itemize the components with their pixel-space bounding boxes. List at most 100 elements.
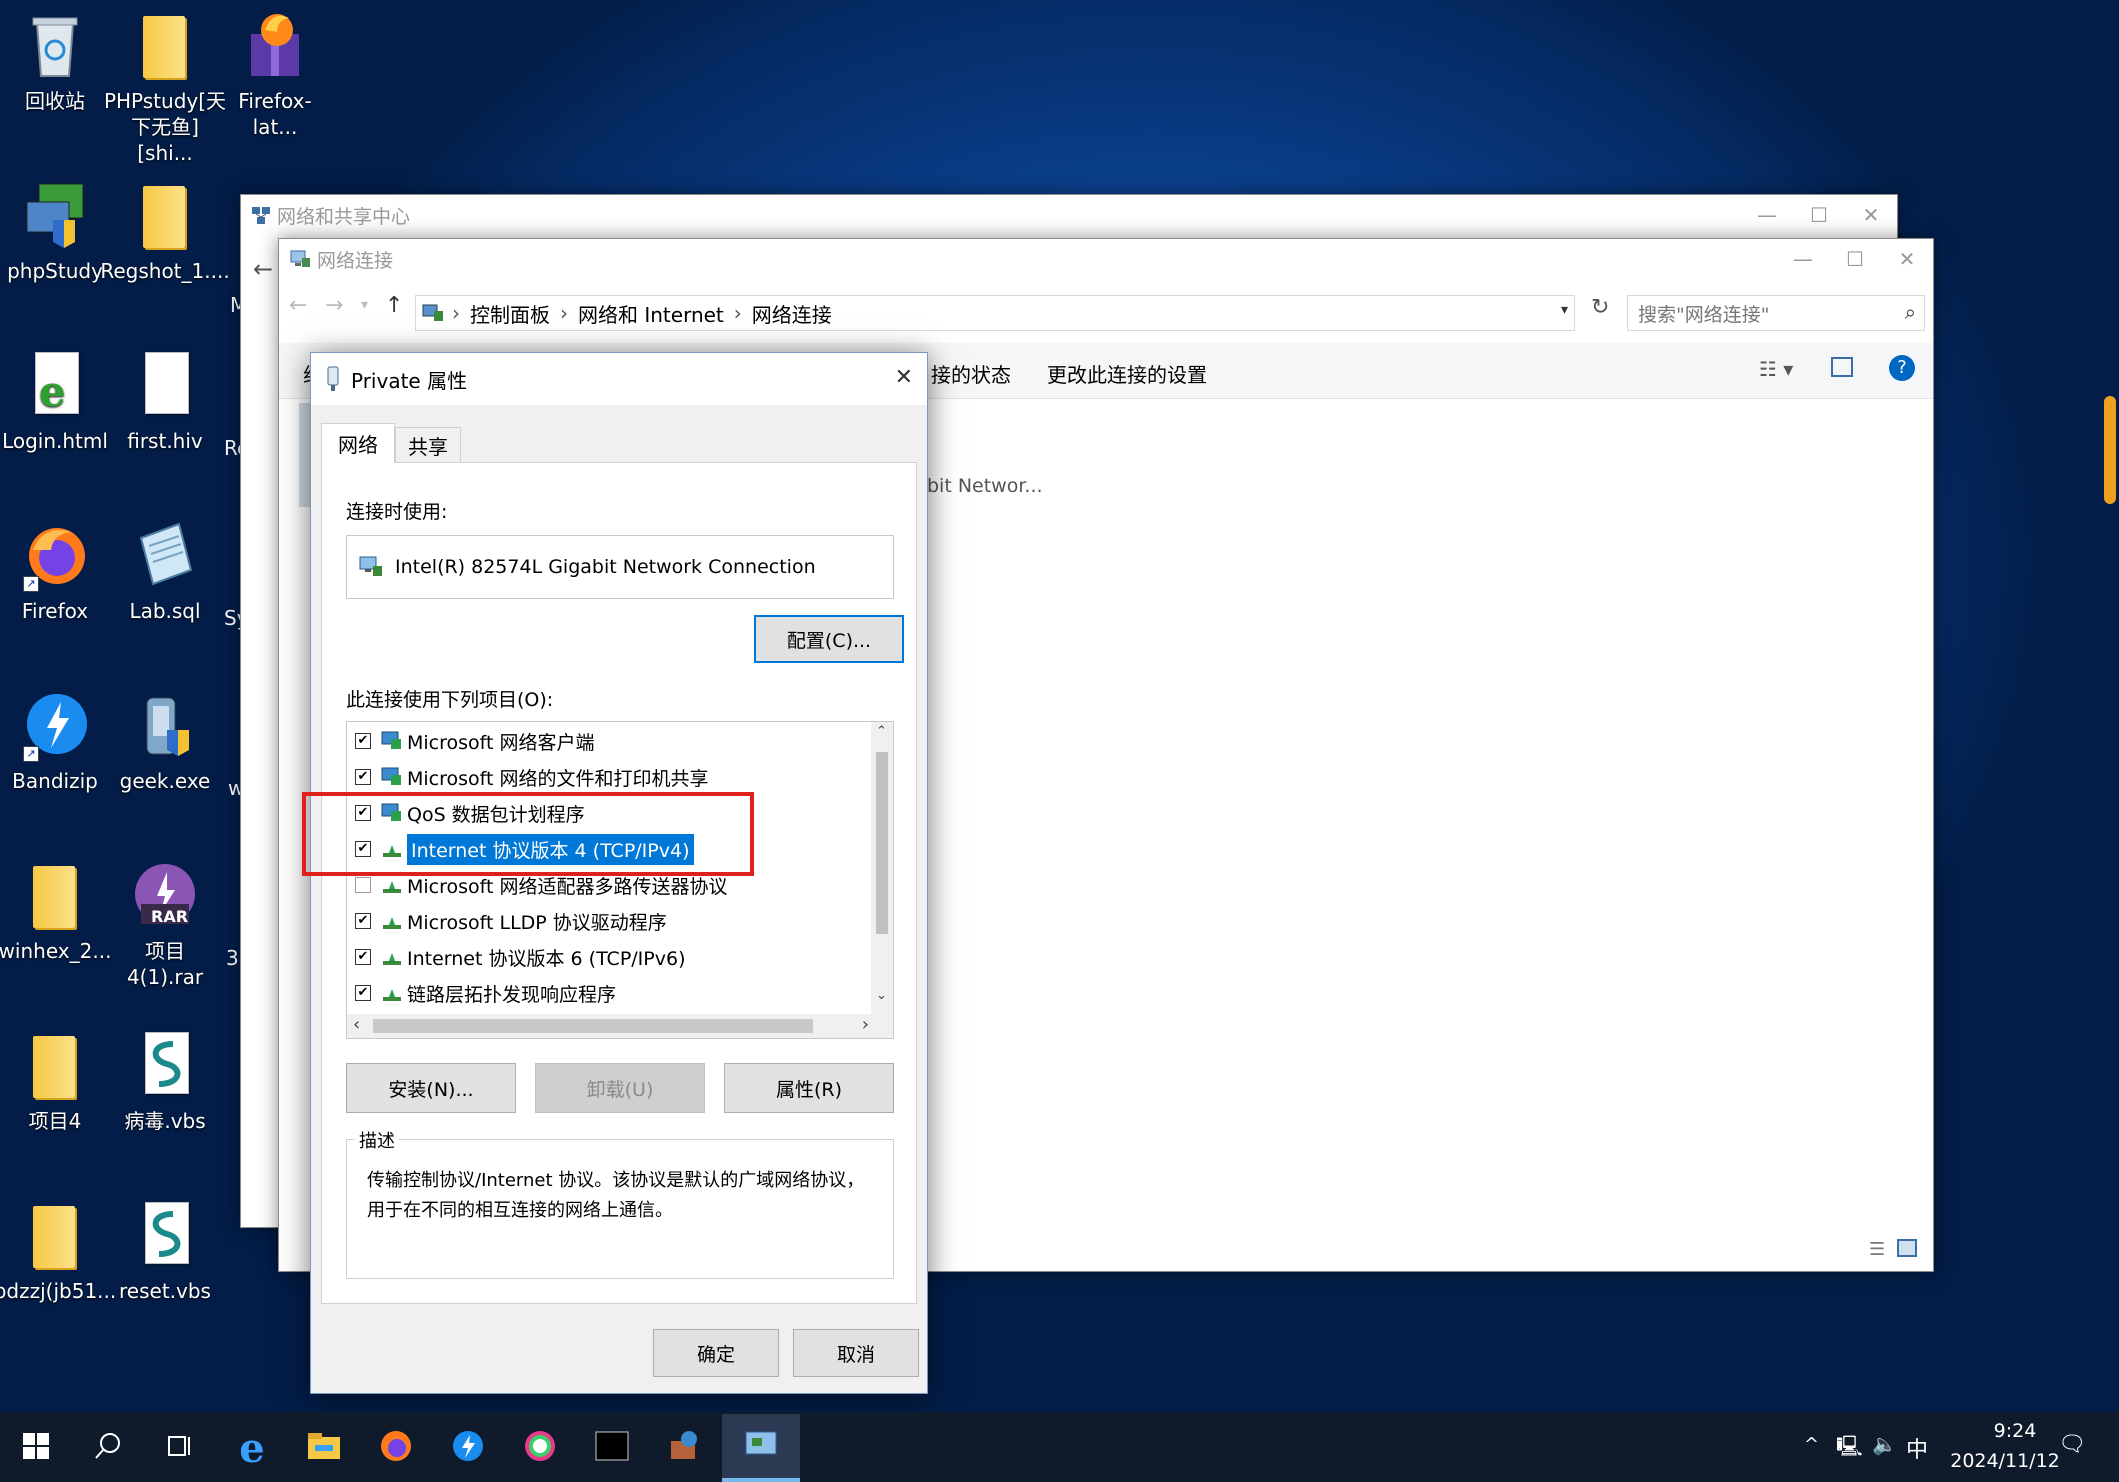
desktop-icon-firefox-installer[interactable]: Firefox-lat...	[220, 10, 330, 140]
scroll-thumb[interactable]	[373, 1019, 813, 1033]
checkbox[interactable]: ✔	[355, 985, 371, 1001]
start-button[interactable]	[0, 1414, 72, 1482]
network-tray-icon[interactable]: 🖳	[1836, 1432, 1863, 1466]
ok-button[interactable]: 确定	[653, 1329, 779, 1377]
recycle-bin-icon	[23, 10, 87, 80]
desktop-icon-project4[interactable]: 项目4	[0, 1030, 110, 1134]
desktop-icon-firefox[interactable]: ↗ Firefox	[0, 520, 110, 624]
bandizip-icon: ↗	[23, 690, 87, 762]
minimize-button[interactable]: —	[1741, 195, 1793, 235]
title-bar[interactable]: 网络连接	[279, 239, 1933, 279]
scroll-thumb[interactable]	[876, 752, 888, 934]
dialog-title-bar[interactable]: Private 属性 ✕	[311, 353, 927, 405]
clock-time[interactable]: 9:24	[1970, 1420, 2060, 1442]
details-view-icon[interactable]: ☰	[1869, 1239, 1885, 1260]
desktop-icon-recycle-bin[interactable]: 回收站	[0, 10, 110, 114]
clock-date[interactable]: 2024/11/12	[1940, 1450, 2070, 1472]
components-list[interactable]: ✔ Microsoft 网络客户端 ✔ Microsoft 网络的文件和打印机共…	[346, 721, 894, 1039]
address-bar[interactable]: › 控制面板 › 网络和 Internet › 网络连接 ▾	[415, 295, 1575, 331]
taskbar-firefox[interactable]	[360, 1414, 432, 1482]
configure-button[interactable]: 配置(C)...	[754, 615, 904, 663]
scroll-up-icon[interactable]: ⌃	[876, 724, 887, 739]
breadcrumb-control-panel[interactable]: 控制面板	[470, 299, 550, 328]
desktop-icon-winhex[interactable]: winhex_2...	[0, 860, 111, 964]
show-hidden-icons-icon[interactable]: ^	[1804, 1434, 1819, 1455]
vertical-scrollbar[interactable]: ⌃ ⌄	[871, 722, 893, 1014]
desktop-icon-login-html[interactable]: e Login.html	[0, 350, 110, 454]
maximize-button[interactable]: ☐	[1829, 239, 1881, 279]
back-arrow-icon[interactable]: ←	[253, 255, 273, 283]
horizontal-scrollbar[interactable]: ‹ ›	[347, 1014, 893, 1038]
taskbar-bandizip[interactable]	[432, 1414, 504, 1482]
adapter-name-box: Intel(R) 82574L Gigabit Network Connecti…	[346, 535, 894, 599]
list-item[interactable]: ✔ Microsoft 网络客户端	[355, 724, 595, 758]
task-view-button[interactable]	[144, 1414, 216, 1482]
desktop-icon-reset-vbs[interactable]: reset.vbs	[110, 1200, 220, 1304]
minimize-button[interactable]: —	[1777, 239, 1829, 279]
checkbox[interactable]: ✔	[355, 733, 371, 749]
ime-indicator[interactable]: 中	[1906, 1432, 1928, 1464]
install-button[interactable]: 安装(N)...	[346, 1063, 516, 1113]
recent-locations-icon[interactable]: ▾	[361, 297, 368, 313]
desktop-icon-rar[interactable]: RAR 项目4(1).rar	[110, 860, 220, 990]
taskbar-ie[interactable]: e	[216, 1414, 288, 1482]
breadcrumb-network-connections[interactable]: 网络连接	[752, 299, 832, 328]
help-icon[interactable]: ?	[1889, 355, 1915, 381]
uninstall-button[interactable]: 卸载(U)	[535, 1063, 705, 1113]
change-settings-button[interactable]: 更改此连接的设置	[1047, 359, 1207, 388]
back-arrow-icon[interactable]: ←	[289, 293, 307, 318]
desktop-icon-geek-exe[interactable]: geek.exe	[110, 690, 220, 794]
refresh-icon[interactable]: ↻	[1591, 295, 1609, 320]
desktop-icon-bandizip[interactable]: ↗ Bandizip	[0, 690, 110, 794]
taskbar-color-app[interactable]	[504, 1414, 576, 1482]
maximize-button[interactable]: ☐	[1793, 195, 1845, 235]
large-icons-view-icon[interactable]	[1897, 1239, 1917, 1257]
up-arrow-icon[interactable]: ↑	[385, 293, 403, 318]
volume-muted-icon[interactable]: 🔈	[1872, 1432, 1897, 1456]
checkbox[interactable]: ✔	[355, 913, 371, 929]
desktop-icon-first-hiv[interactable]: first.hiv	[110, 350, 220, 454]
taskbar-network-connections[interactable]	[722, 1414, 800, 1482]
dialog-close-icon[interactable]: ✕	[895, 365, 913, 390]
desktop-icon-lab-sql[interactable]: Lab.sql	[110, 520, 220, 624]
tab-sharing[interactable]: 共享	[395, 427, 461, 463]
cancel-button[interactable]: 取消	[793, 1329, 919, 1377]
desktop-icon-regshot[interactable]: Regshot_1....	[100, 180, 230, 284]
close-button[interactable]: ✕	[1845, 195, 1897, 235]
checkbox[interactable]: ✔	[355, 769, 371, 785]
network-adapter-icon	[325, 366, 341, 392]
close-button[interactable]: ✕	[1881, 239, 1933, 279]
desktop-icon-phpstudy[interactable]: phpStudy	[0, 180, 110, 284]
taskbar-network-app[interactable]	[648, 1414, 720, 1482]
action-center-icon[interactable]: 🗨	[2058, 1432, 2086, 1457]
scroll-left-icon[interactable]: ‹	[353, 1014, 360, 1035]
tab-network[interactable]: 网络	[321, 423, 395, 463]
properties-button[interactable]: 属性(R)	[724, 1063, 894, 1113]
checkbox[interactable]: ✔	[355, 949, 371, 965]
scroll-right-icon[interactable]: ›	[862, 1014, 869, 1035]
checkbox[interactable]	[355, 877, 371, 893]
list-item-label: Internet 协议版本 6 (TCP/IPv6)	[407, 947, 686, 970]
list-item[interactable]: ✔ 链路层拓扑发现响应程序	[355, 976, 616, 1010]
desktop-icon-bdzzj[interactable]: bdzzj(jb51...	[0, 1200, 116, 1304]
breadcrumb-network-internet[interactable]: 网络和 Internet	[578, 299, 724, 328]
taskbar-terminal[interactable]	[576, 1414, 648, 1482]
view-status-button[interactable]: 接的状态	[931, 359, 1011, 388]
task-view-icon	[165, 1431, 195, 1465]
start-icon	[23, 1433, 49, 1463]
preview-pane-icon[interactable]	[1831, 357, 1853, 377]
list-item[interactable]: ✔ Microsoft 网络的文件和打印机共享	[355, 760, 709, 794]
search-input[interactable]: 搜索"网络连接" ⌕	[1627, 295, 1925, 331]
notepad-icon	[133, 520, 197, 590]
search-button[interactable]	[72, 1414, 144, 1482]
scroll-down-icon[interactable]: ⌄	[876, 988, 887, 1003]
desktop-icon-phpstudy-folder[interactable]: PHPstudy[天下无鱼][shi...	[104, 10, 226, 166]
list-item[interactable]: ✔ Internet 协议版本 6 (TCP/IPv6)	[355, 940, 686, 974]
change-view-icon[interactable]: ☷ ▾	[1759, 357, 1793, 381]
address-dropdown-icon[interactable]: ▾	[1561, 302, 1568, 318]
list-item[interactable]: ✔ Microsoft LLDP 协议驱动程序	[355, 904, 667, 938]
desktop-icon-virus-vbs[interactable]: 病毒.vbs	[110, 1030, 220, 1134]
forward-arrow-icon[interactable]: →	[325, 293, 343, 318]
title-bar[interactable]: 网络和共享中心	[241, 195, 1897, 235]
taskbar-file-explorer[interactable]	[288, 1414, 360, 1482]
